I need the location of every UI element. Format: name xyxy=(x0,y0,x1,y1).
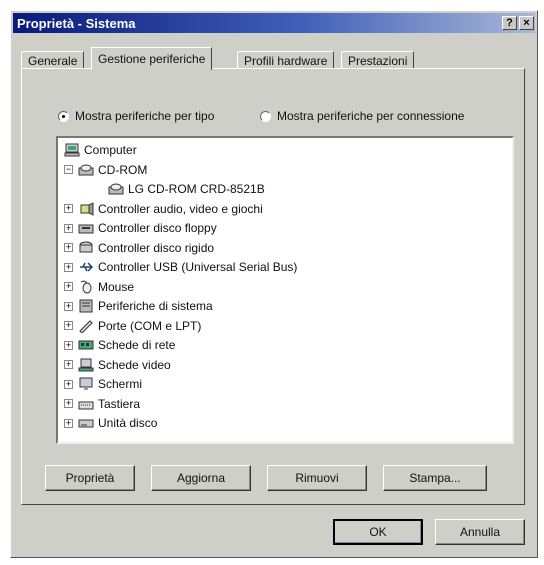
print-button[interactable]: Stampa... xyxy=(383,465,487,491)
expand-toggle[interactable]: + xyxy=(64,262,73,272)
expand-toggle[interactable]: + xyxy=(64,282,73,291)
keyboard-icon xyxy=(78,397,94,411)
tree-node[interactable]: + Mouse xyxy=(64,278,134,296)
disk-drive-icon xyxy=(78,416,94,430)
tree-node[interactable]: + Controller USB (Universal Serial Bus) xyxy=(64,258,297,276)
tree-node-label: Controller disco rigido xyxy=(98,240,215,255)
tree-node-label: Schede di rete xyxy=(98,338,176,352)
system-device-icon xyxy=(78,299,94,313)
port-icon xyxy=(78,319,94,333)
expand-toggle[interactable]: + xyxy=(64,204,73,213)
tab-prestazioni[interactable]: Prestazioni xyxy=(341,51,415,69)
expand-toggle[interactable]: + xyxy=(64,360,73,369)
tree-node[interactable]: + Tastiera xyxy=(64,395,140,413)
tree-node-label: Periferiche di sistema xyxy=(98,299,213,313)
system-properties-window: Proprietà - Sistema ? × Generale Gestion… xyxy=(10,10,538,558)
radio-by-connection-indicator[interactable] xyxy=(260,110,271,122)
expand-toggle[interactable]: + xyxy=(64,301,73,311)
ok-button[interactable]: OK xyxy=(333,519,423,545)
tree-node[interactable]: + Porte (COM e LPT) xyxy=(64,317,201,335)
network-card-icon xyxy=(78,338,94,352)
expand-toggle[interactable]: + xyxy=(64,340,73,350)
cancel-button[interactable]: Annulla xyxy=(435,519,525,545)
tree-node[interactable]: + Unità disco xyxy=(64,414,157,432)
radio-by-connection[interactable]: Mostra periferiche per connessione xyxy=(260,109,464,123)
tree-node-label: Tastiera xyxy=(98,396,141,411)
tree-node[interactable]: + Schermi xyxy=(64,375,142,393)
tree-node-label: CD-ROM xyxy=(98,162,148,177)
audio-icon xyxy=(78,201,94,216)
radio-by-type[interactable]: Mostra periferiche per tipo xyxy=(58,109,214,123)
usb-icon xyxy=(78,260,94,274)
title-bar[interactable]: Proprietà - Sistema ? × xyxy=(13,13,535,33)
radio-by-type-label: Mostra periferiche per tipo xyxy=(75,109,215,123)
tree-node-label: Unità disco xyxy=(98,416,158,430)
computer-icon xyxy=(64,143,80,157)
tree-node-label: Computer xyxy=(84,143,137,157)
expand-toggle[interactable]: + xyxy=(64,379,73,389)
tree-node[interactable]: + Controller disco floppy xyxy=(64,219,217,237)
tab-generale[interactable]: Generale xyxy=(21,51,85,69)
tree-node-label: Controller audio, video e giochi xyxy=(98,201,263,216)
radio-by-connection-label: Mostra periferiche per connessione xyxy=(277,109,465,123)
mouse-icon xyxy=(78,280,94,294)
tree-node[interactable]: Computer xyxy=(64,141,137,159)
window-title: Proprietà - Sistema xyxy=(17,16,136,31)
expand-toggle[interactable]: + xyxy=(64,321,73,330)
tree-node[interactable]: + Controller audio, video e giochi xyxy=(64,200,263,218)
tree-node[interactable]: − CD-ROM xyxy=(64,161,147,179)
cdrom-icon xyxy=(78,163,94,177)
tree-node-label: Mouse xyxy=(98,279,135,294)
cdrom-icon xyxy=(108,182,124,196)
close-button[interactable]: × xyxy=(519,16,534,30)
tree-node[interactable]: LG CD-ROM CRD-8521B xyxy=(108,180,265,198)
radio-by-type-indicator[interactable] xyxy=(58,110,69,122)
help-button[interactable]: ? xyxy=(502,16,517,30)
expand-toggle[interactable]: + xyxy=(64,223,73,233)
tree-node-label: LG CD-ROM CRD-8521B xyxy=(128,182,265,196)
tree-node-label: Schede video xyxy=(98,357,171,372)
tree-node-label: Schermi xyxy=(98,377,143,391)
expand-toggle[interactable]: + xyxy=(64,399,73,408)
tree-node-label: Controller USB (Universal Serial Bus) xyxy=(98,260,298,274)
remove-button[interactable]: Rimuovi xyxy=(267,465,367,491)
tree-node-label: Porte (COM e LPT) xyxy=(98,318,202,333)
device-tree[interactable]: Computer − CD-ROM LG CD-ROM CRD-8521B + Contr… xyxy=(56,136,514,444)
tree-node[interactable]: + Controller disco rigido xyxy=(64,239,214,257)
properties-button[interactable]: Proprietà xyxy=(45,465,135,491)
tree-node[interactable]: + Schede video xyxy=(64,356,171,374)
tree-node[interactable]: + Periferiche di sistema xyxy=(64,297,213,315)
disk-controller-icon xyxy=(78,241,94,255)
collapse-toggle[interactable]: − xyxy=(64,165,73,174)
floppy-controller-icon xyxy=(78,221,94,235)
tree-node[interactable]: + Schede di rete xyxy=(64,336,175,354)
video-card-icon xyxy=(78,358,94,372)
tab-profili-hardware[interactable]: Profili hardware xyxy=(237,51,335,69)
expand-toggle[interactable]: + xyxy=(64,243,73,252)
expand-toggle[interactable]: + xyxy=(64,418,73,428)
tree-node-label: Controller disco floppy xyxy=(98,221,217,235)
tab-gestione-periferiche[interactable]: Gestione periferiche xyxy=(91,47,213,70)
refresh-button[interactable]: Aggiorna xyxy=(151,465,251,491)
monitor-icon xyxy=(78,377,94,391)
